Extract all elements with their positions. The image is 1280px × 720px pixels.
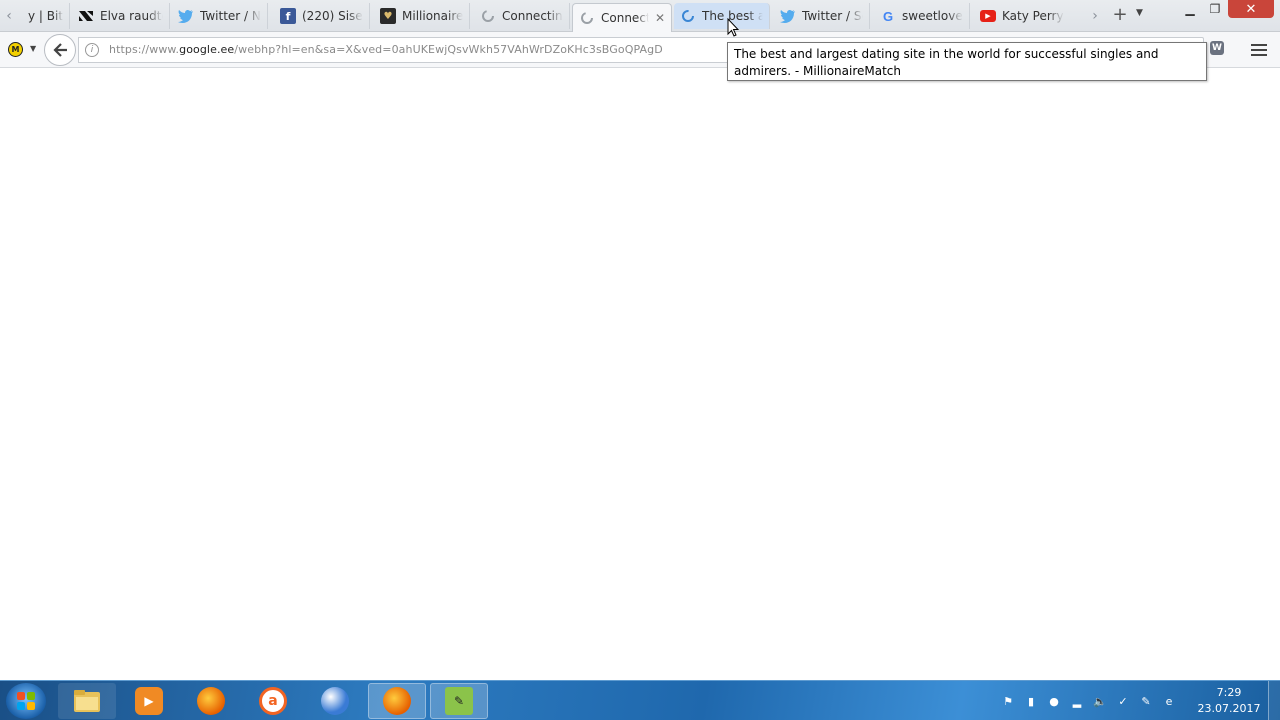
stripes-logo-icon (78, 8, 94, 24)
hamburger-menu-button[interactable] (1248, 40, 1270, 60)
browser-tray-icon[interactable]: e (1161, 693, 1177, 709)
notes-icon: ✎ (445, 687, 473, 715)
minimize-button[interactable]: ▁ (1178, 0, 1202, 18)
tab-scroll-right-icon[interactable]: › (1088, 6, 1102, 26)
facebook-icon: f (280, 8, 296, 24)
tab-scroll-left-icon[interactable]: ‹ (2, 6, 16, 26)
volume-icon[interactable]: 🔈 (1092, 693, 1108, 709)
chevron-down-icon[interactable]: ▼ (30, 44, 36, 53)
skype-icon[interactable]: ● (1046, 693, 1062, 709)
maximize-button[interactable]: ❐ (1204, 0, 1226, 18)
tab-strip: ‹ y | Bitlin Elva raudte Twitter / N f (… (0, 0, 1280, 32)
tab-twitter-1[interactable]: Twitter / N (172, 3, 268, 29)
taskbar-firefox-running[interactable] (368, 683, 426, 719)
network-signal-icon[interactable]: ▂ (1069, 693, 1085, 709)
new-tab-button[interactable]: + (1112, 6, 1128, 26)
loading-icon (579, 10, 595, 26)
url-path: /webhp?hl=en&sa=X&ved=0ahUKEwjQsvWkh57VA… (234, 43, 663, 56)
windows-logo-icon (17, 692, 35, 710)
clock-time: 7:29 (1216, 686, 1242, 699)
tab-close-icon[interactable]: ✕ (655, 11, 665, 25)
millionairematch-heart-icon: ♥ (380, 8, 396, 24)
arrow-left-icon (53, 43, 67, 57)
twitter-bird-icon (780, 8, 796, 24)
close-window-button[interactable]: ✕ (1228, 0, 1274, 18)
tab-title: Twitter / N (200, 9, 261, 23)
clock-date: 23.07.2017 (1197, 702, 1261, 715)
show-desktop-button[interactable] (1268, 681, 1280, 720)
taskbar: ▶ a ✎ ⚑ ▮ ● ▂ 🔈 ✓ ✎ e 7:29 23.07.2017 (0, 680, 1280, 720)
tab-tooltip: The best and largest dating site in the … (727, 42, 1207, 81)
url-prefix: https://www. (109, 43, 180, 56)
back-button[interactable] (44, 34, 76, 66)
list-all-tabs-icon[interactable]: ▼ (1136, 8, 1143, 18)
avast-icon: a (259, 687, 287, 715)
pale-moon-icon (321, 687, 349, 715)
tab-title: Elva raudte (100, 9, 163, 23)
shield-icon[interactable]: ✓ (1115, 693, 1131, 709)
taskbar-firefox[interactable] (182, 683, 240, 719)
tab-title: y | Bitlin (28, 9, 63, 23)
tab-millionaire[interactable]: ♥ Millionaire (374, 3, 470, 29)
tab-the-best[interactable]: The best ar (674, 3, 770, 29)
extension-badge-icon[interactable]: M (8, 42, 23, 57)
loading-icon (480, 8, 496, 24)
page-content (0, 69, 1280, 680)
battery-icon[interactable]: ▮ (1023, 693, 1039, 709)
twitter-bird-icon (178, 8, 194, 24)
tab-facebook[interactable]: f (220) Sisete (274, 3, 370, 29)
taskbar-media-player[interactable]: ▶ (120, 683, 178, 719)
firefox-icon (383, 687, 411, 715)
youtube-play-icon: ▶ (980, 10, 996, 22)
url-domain: google.ee (179, 43, 235, 56)
tab-title: Twitter / Se (802, 9, 863, 23)
taskbar-clock[interactable]: 7:29 23.07.2017 (1196, 685, 1262, 717)
taskbar-file-explorer[interactable] (58, 683, 116, 719)
notes-tray-icon[interactable]: ✎ (1138, 693, 1154, 709)
firefox-icon (197, 687, 225, 715)
site-info-icon[interactable]: i (85, 43, 99, 57)
tab-title: Millionaire (402, 9, 463, 23)
tab-title: Connecting (502, 9, 563, 23)
taskbar-sticky-notes[interactable]: ✎ (430, 683, 488, 719)
tab-title: (220) Sisete (302, 9, 363, 23)
tab-title: sweetloveb (902, 9, 963, 23)
screen: ‹ y | Bitlin Elva raudte Twitter / N f (… (0, 0, 1280, 720)
taskbar-pale-moon[interactable] (306, 683, 364, 719)
system-tray: ⚑ ▮ ● ▂ 🔈 ✓ ✎ e (1000, 691, 1177, 711)
media-player-icon: ▶ (135, 687, 163, 715)
tab-connecting-selected[interactable]: Connect ✕ (572, 3, 672, 32)
tab-bitlin[interactable]: y | Bitlin (16, 3, 70, 29)
loading-spinner-icon (680, 8, 696, 24)
google-g-icon: G (882, 8, 894, 24)
mouse-cursor-icon (727, 18, 739, 37)
tab-connecting-1[interactable]: Connecting (474, 3, 570, 29)
pocket-icon[interactable]: W (1210, 41, 1224, 55)
action-center-flag-icon[interactable]: ⚑ (1000, 693, 1016, 709)
start-button[interactable] (6, 683, 46, 719)
tab-title: Connect (601, 11, 649, 25)
url-input[interactable]: https://www.google.ee/webhp?hl=en&sa=X&v… (109, 43, 663, 56)
tab-elva-raudtee[interactable]: Elva raudte (72, 3, 170, 29)
tab-title: Katy Perry (1002, 9, 1064, 23)
tab-google[interactable]: G sweetloveb (874, 3, 970, 29)
tab-youtube[interactable]: ▶ Katy Perry (974, 3, 1084, 29)
folder-icon (74, 690, 100, 712)
tab-twitter-2[interactable]: Twitter / Se (774, 3, 870, 29)
taskbar-avast[interactable]: a (244, 683, 302, 719)
